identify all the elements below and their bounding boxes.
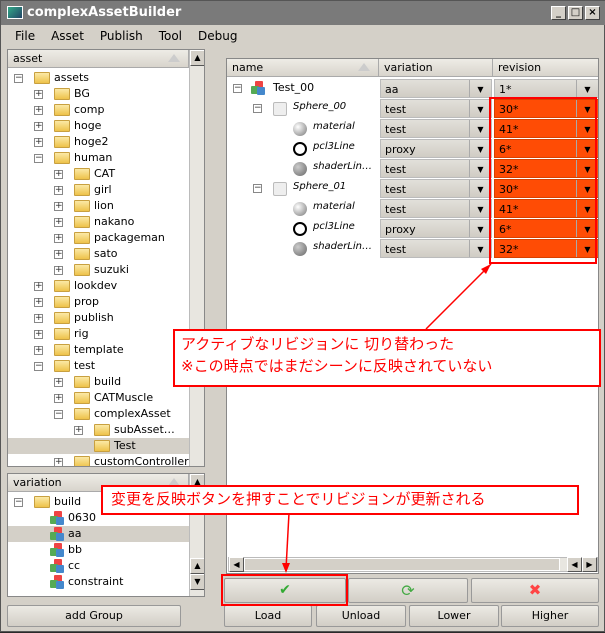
annotation-apply-hint: 変更を反映ボタンを押すことでリビジョンが更新される — [101, 485, 579, 515]
annotation-line-1: アクティブなリビジョンに 切り替わった — [181, 335, 455, 353]
annotation-arrows — [282, 263, 492, 573]
annotation-line-2: ※この時点ではまだシーンに反映されていない — [181, 357, 493, 375]
app-window: complexAssetBuilder _ □ × File Asset Pub… — [0, 0, 605, 632]
annotation-revision-switched: アクティブなリビジョンに 切り替わった ※この時点ではまだシーンに反映されていな… — [173, 329, 601, 387]
